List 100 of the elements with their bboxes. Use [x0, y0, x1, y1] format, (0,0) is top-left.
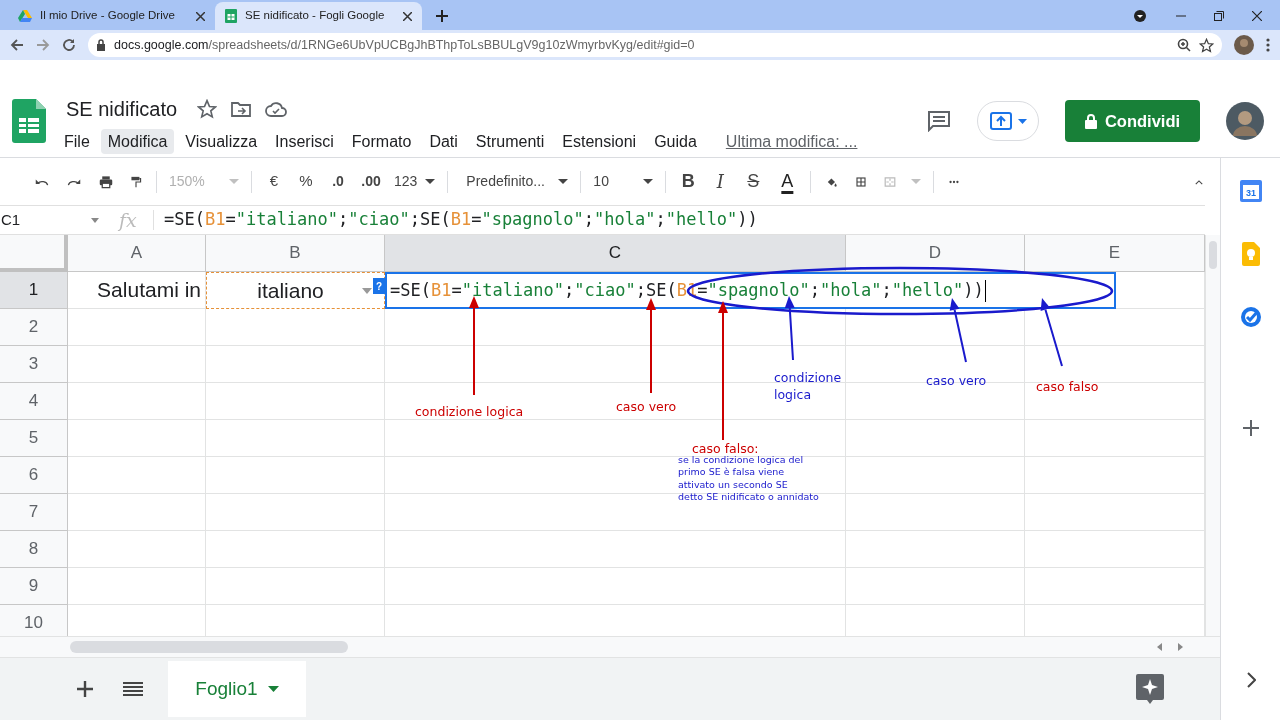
grid-cell[interactable]: [385, 383, 846, 420]
grid-cell[interactable]: [68, 494, 206, 531]
row-header[interactable]: 5: [0, 420, 68, 457]
grid-cell[interactable]: [206, 568, 385, 605]
share-button[interactable]: Condividi: [1065, 100, 1200, 142]
column-header[interactable]: E: [1025, 235, 1205, 272]
grid-cell[interactable]: [68, 309, 206, 346]
star-icon[interactable]: [197, 99, 218, 119]
grid-cell[interactable]: [846, 568, 1025, 605]
sheet-list-icon[interactable]: [123, 681, 143, 697]
grid-cell[interactable]: Salutami in: [68, 272, 206, 309]
restore-icon[interactable]: [1214, 11, 1224, 21]
row-header[interactable]: 9: [0, 568, 68, 605]
menu-item[interactable]: Inserisci: [268, 129, 341, 155]
menu-item[interactable]: Guida: [647, 129, 704, 155]
number-format-button[interactable]: 123: [388, 166, 420, 197]
font-size-select[interactable]: 10: [587, 166, 638, 197]
add-icon[interactable]: [1242, 420, 1259, 436]
add-sheet-icon[interactable]: [77, 681, 93, 697]
menu-item[interactable]: Strumenti: [468, 129, 552, 155]
increase-decimal-button[interactable]: .00: [354, 166, 388, 197]
caret-icon[interactable]: [558, 179, 569, 184]
grid-cell[interactable]: [385, 346, 846, 383]
present-button[interactable]: [977, 101, 1039, 141]
profile-menu-icon[interactable]: [1134, 10, 1146, 22]
address-bar[interactable]: docs.google.com/spreadsheets/d/1RNGe6UbVpUCBgJhBThpToLsBBULgV9g10zWmyrbvKyg/edit#gid=0: [88, 33, 1222, 57]
row-header[interactable]: 2: [0, 309, 68, 346]
row-header[interactable]: 3: [0, 346, 68, 383]
formula-field[interactable]: =SE(B1="italiano";"ciao";SE(B1="spagnolo";"hola";"hello")): [164, 207, 758, 233]
grid-cell[interactable]: [206, 383, 385, 420]
italic-button[interactable]: I: [704, 166, 737, 197]
grid-cell[interactable]: [68, 568, 206, 605]
folder-icon[interactable]: [231, 101, 252, 117]
decrease-decimal-button[interactable]: .0: [322, 166, 354, 197]
column-header[interactable]: C: [385, 235, 846, 272]
grid-cell[interactable]: [68, 420, 206, 457]
column-header[interactable]: D: [846, 235, 1025, 272]
menu-item[interactable]: Dati: [422, 129, 465, 155]
browser-tab[interactable]: SE nidificato - Fogli Google: [215, 2, 422, 30]
grid-cell[interactable]: [68, 346, 206, 383]
strikethrough-button[interactable]: S: [736, 166, 771, 197]
minimize-icon[interactable]: [1176, 15, 1186, 17]
row-header[interactable]: 6: [0, 457, 68, 494]
column-header[interactable]: A: [68, 235, 206, 272]
document-title[interactable]: SE nidificato: [64, 94, 178, 124]
bold-button[interactable]: B: [672, 166, 705, 197]
cell-reference[interactable]: C1: [1, 208, 91, 232]
dropdown-icon[interactable]: [362, 288, 372, 294]
close-icon[interactable]: [403, 11, 412, 21]
grid-cell[interactable]: [206, 420, 385, 457]
grid-cell[interactable]: [846, 383, 1025, 420]
menu-item[interactable]: File: [57, 129, 97, 155]
row-header[interactable]: 10: [0, 605, 68, 636]
star-icon[interactable]: [1199, 37, 1214, 53]
expand-panel-icon[interactable]: [1245, 672, 1256, 688]
grid-cell[interactable]: [385, 568, 846, 605]
cloud-icon[interactable]: [265, 101, 288, 117]
last-edit-link[interactable]: Ultima modifica: ...: [725, 129, 858, 154]
scrollbar-thumb[interactable]: [70, 641, 348, 653]
row-header[interactable]: 7: [0, 494, 68, 531]
close-icon[interactable]: [1252, 11, 1262, 21]
select-all-corner[interactable]: [0, 235, 68, 272]
percent-button[interactable]: %: [290, 166, 322, 197]
menu-item[interactable]: Visualizza: [178, 129, 265, 155]
grid-cell[interactable]: [68, 531, 206, 568]
grid-cell[interactable]: [206, 346, 385, 383]
help-badge[interactable]: ?: [373, 278, 385, 294]
row-header[interactable]: 4: [0, 383, 68, 420]
scrollbar-thumb[interactable]: [1209, 241, 1217, 269]
currency-button[interactable]: €: [258, 166, 290, 197]
row-header[interactable]: 1: [0, 272, 68, 309]
grid-cell[interactable]: [385, 457, 846, 494]
tasks-icon[interactable]: [1239, 306, 1262, 328]
row-header[interactable]: 8: [0, 531, 68, 568]
zoom-icon[interactable]: [1177, 38, 1191, 52]
text-color-button[interactable]: A: [770, 166, 805, 197]
close-icon[interactable]: [196, 11, 205, 21]
grid-cell[interactable]: [206, 457, 385, 494]
browser-tab[interactable]: Il mio Drive - Google Drive: [8, 2, 215, 30]
grid-cell[interactable]: [846, 457, 1025, 494]
avatar[interactable]: [1234, 35, 1254, 55]
reload-icon[interactable]: [62, 38, 76, 52]
grid-cell[interactable]: [846, 494, 1025, 531]
grid-cell[interactable]: [68, 457, 206, 494]
grid-cell[interactable]: [846, 420, 1025, 457]
grid-cell[interactable]: [206, 494, 385, 531]
calendar-icon[interactable]: 31: [1239, 180, 1262, 202]
avatar[interactable]: [1226, 102, 1264, 140]
forward-icon[interactable]: [36, 38, 50, 52]
grid-cell[interactable]: [846, 531, 1025, 568]
new-tab-icon[interactable]: [436, 10, 448, 22]
comment-icon[interactable]: [927, 110, 951, 132]
grid-cell[interactable]: [385, 531, 846, 568]
grid-cell[interactable]: [385, 420, 846, 457]
menu-icon[interactable]: [1266, 38, 1270, 52]
menu-item[interactable]: Estensioni: [555, 129, 644, 155]
grid-cell[interactable]: [385, 494, 846, 531]
grid-cell[interactable]: [846, 346, 1025, 383]
menu-item[interactable]: Formato: [344, 129, 419, 155]
caret-icon[interactable]: [643, 179, 654, 184]
